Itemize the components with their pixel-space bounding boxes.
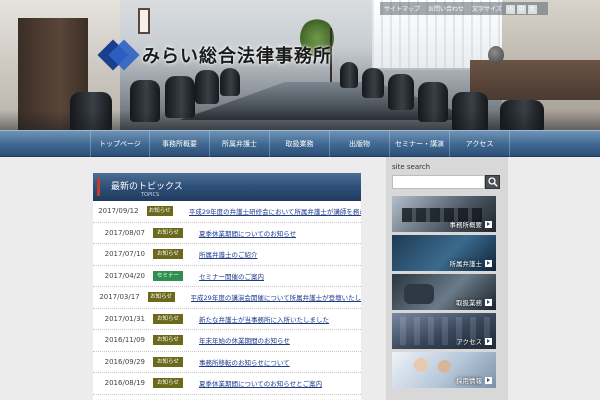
banner-recruit[interactable]: 採用情報 [392, 352, 496, 388]
hero-floor-shade [0, 110, 600, 130]
nav-item-lawyers[interactable]: 所属弁護士 [210, 131, 270, 157]
hero-chair [220, 68, 240, 96]
arrow-right-icon [485, 298, 492, 306]
hero-banner: みらい総合法律事務所 サイトマップ お問い合わせ 文字サイズ 小中大 [0, 0, 600, 130]
topic-title-link[interactable]: セミナー開催のご案内 [199, 271, 264, 281]
topic-category-badge: セミナー [153, 270, 183, 281]
nav-item-about[interactable]: 事務所概要 [150, 131, 210, 157]
utility-bar: サイトマップ お問い合わせ 文字サイズ 小中大 [380, 2, 548, 15]
topic-date: 2016/08/19 [104, 379, 145, 388]
banner-practice[interactable]: 取扱業務 [392, 274, 496, 310]
hero-chair [340, 62, 358, 88]
search-input[interactable] [392, 175, 485, 189]
topic-row: 2017/04/20 セミナー セミナー開催のご案内 [93, 266, 361, 287]
topic-category-badge: お知らせ [146, 206, 173, 217]
topic-category-badge: お知らせ [153, 356, 183, 367]
topic-category-badge: お知らせ [153, 249, 183, 260]
banner-label: 採用情報 [456, 375, 492, 385]
arrow-right-icon [485, 259, 492, 267]
banner-label: 取扱業務 [456, 297, 492, 307]
nav-item-access[interactable]: アクセス [450, 131, 510, 157]
topic-row: 2017/08/07 お知らせ 夏季休業期間についてのお知らせ [93, 223, 361, 244]
nav-item-top[interactable]: トップページ [90, 131, 150, 157]
topic-category-badge: お知らせ [153, 227, 183, 238]
topic-row: 2016/09/29 お知らせ 事務所移転のお知らせについて [93, 352, 361, 373]
sidebar: site search 事務所概要 所属弁護士 取扱業務 アクセス 採用情報 [386, 157, 508, 400]
font-size-small-button[interactable]: 小 [505, 4, 515, 14]
topics-subtitle: TOPICS [141, 192, 160, 198]
topic-date: 2017/09/12 [98, 207, 139, 216]
search-icon [487, 177, 498, 187]
hero-chair [388, 74, 414, 110]
banner-label: アクセス [456, 336, 492, 346]
hero-chair [195, 70, 219, 104]
banner-lawyers[interactable]: 所属弁護士 [392, 235, 496, 271]
topic-row: 2017/01/31 お知らせ 新たな弁護士が当事務所に入所いたしました [93, 309, 361, 330]
font-size-medium-button[interactable]: 中 [516, 4, 526, 14]
topic-date: 2016/11/09 [104, 336, 145, 345]
topic-title-link[interactable]: 平成29年度の弁護士研修会において所属弁護士が講師を務めました [189, 206, 361, 216]
topic-title-link[interactable]: 新たな弁護士が当事務所に入所いたしました [199, 314, 329, 324]
search-button[interactable] [485, 175, 500, 189]
global-nav: トップページ 事務所概要 所属弁護士 取扱業務 出版物 セミナー・講演 アクセス [0, 130, 600, 157]
topics-title: 最新のトピックス [111, 182, 183, 192]
banner-text: アクセス [456, 338, 482, 346]
topic-row: 2017/09/12 お知らせ 平成29年度の弁護士研修会において所属弁護士が講… [93, 201, 361, 223]
topic-category-badge: お知らせ [153, 335, 183, 346]
topic-date: 2016/09/29 [104, 357, 145, 366]
topic-row: 2016/11/09 お知らせ 年末年始の休業期間のお知らせ [93, 330, 361, 352]
topics-header: 最新のトピックス TOPICS [93, 173, 361, 201]
topic-title-link[interactable]: 所属弁護士のご紹介 [199, 249, 258, 259]
topic-title-link[interactable]: 夏季休業期間についてのお知らせ [199, 228, 296, 238]
topic-title-link[interactable]: 事務所移転のお知らせについて [199, 357, 290, 367]
hero-wall-picture [138, 8, 150, 34]
topic-date: 2017/01/31 [104, 314, 145, 323]
hero-cabinet [470, 60, 600, 100]
banner-text: 事務所概要 [449, 221, 483, 229]
banner-text: 採用情報 [456, 377, 482, 385]
topic-title-link[interactable]: 平成29年度の講演会開催について所属弁護士が登壇いたしました [191, 292, 361, 302]
nav-item-publications[interactable]: 出版物 [330, 131, 390, 157]
hero-vase [488, 46, 504, 64]
topic-date: 2017/03/17 [99, 293, 140, 302]
topic-row: 2017/03/17 お知らせ 平成29年度の講演会開催について所属弁護士が登壇… [93, 287, 361, 309]
logo-mark-icon [100, 40, 136, 70]
topic-category-badge: お知らせ [147, 292, 175, 303]
hero-chair [362, 68, 384, 98]
topic-category-badge: お知らせ [153, 378, 183, 389]
topic-date: 2017/08/07 [104, 228, 145, 237]
topic-category-badge: お知らせ [153, 313, 183, 324]
font-size-large-button[interactable]: 大 [527, 4, 537, 14]
font-size-label: 文字サイズ [472, 5, 502, 13]
logo-text: みらい総合法律事務所 [142, 46, 332, 67]
nav-item-practice[interactable]: 取扱業務 [270, 131, 330, 157]
arrow-right-icon [485, 337, 492, 345]
banner-about[interactable]: 事務所概要 [392, 196, 496, 232]
topic-row: 2016/08/19 お知らせ 夏季休業期間についてのお知らせとご案内 [93, 373, 361, 395]
banner-access[interactable]: アクセス [392, 313, 496, 349]
search-label: site search [392, 163, 431, 171]
banner-label: 事務所概要 [449, 219, 492, 229]
topic-title-link[interactable]: 年末年始の休業期間のお知らせ [199, 335, 290, 345]
nav-item-seminars[interactable]: セミナー・講演 [390, 131, 450, 157]
topics-section: 最新のトピックス TOPICS 2017/09/12 お知らせ 平成29年度の弁… [93, 173, 361, 400]
arrow-right-icon [485, 220, 492, 228]
banner-text: 取扱業務 [456, 299, 482, 307]
sitemap-link[interactable]: サイトマップ [384, 4, 420, 13]
arrow-right-icon [485, 376, 492, 384]
topic-date: 2017/07/10 [104, 250, 145, 259]
site-logo[interactable]: みらい総合法律事務所 [100, 40, 332, 70]
topic-title-link[interactable]: 夏季休業期間についてのお知らせとご案内 [199, 378, 322, 388]
contact-link[interactable]: お問い合わせ [428, 4, 464, 13]
topic-row: 2017/07/10 お知らせ 所属弁護士のご紹介 [93, 244, 361, 266]
topic-date: 2017/04/20 [104, 271, 145, 280]
font-size-control: 文字サイズ 小中大 [472, 4, 537, 14]
banner-text: 所属弁護士 [449, 260, 483, 268]
banner-label: 所属弁護士 [449, 258, 492, 268]
